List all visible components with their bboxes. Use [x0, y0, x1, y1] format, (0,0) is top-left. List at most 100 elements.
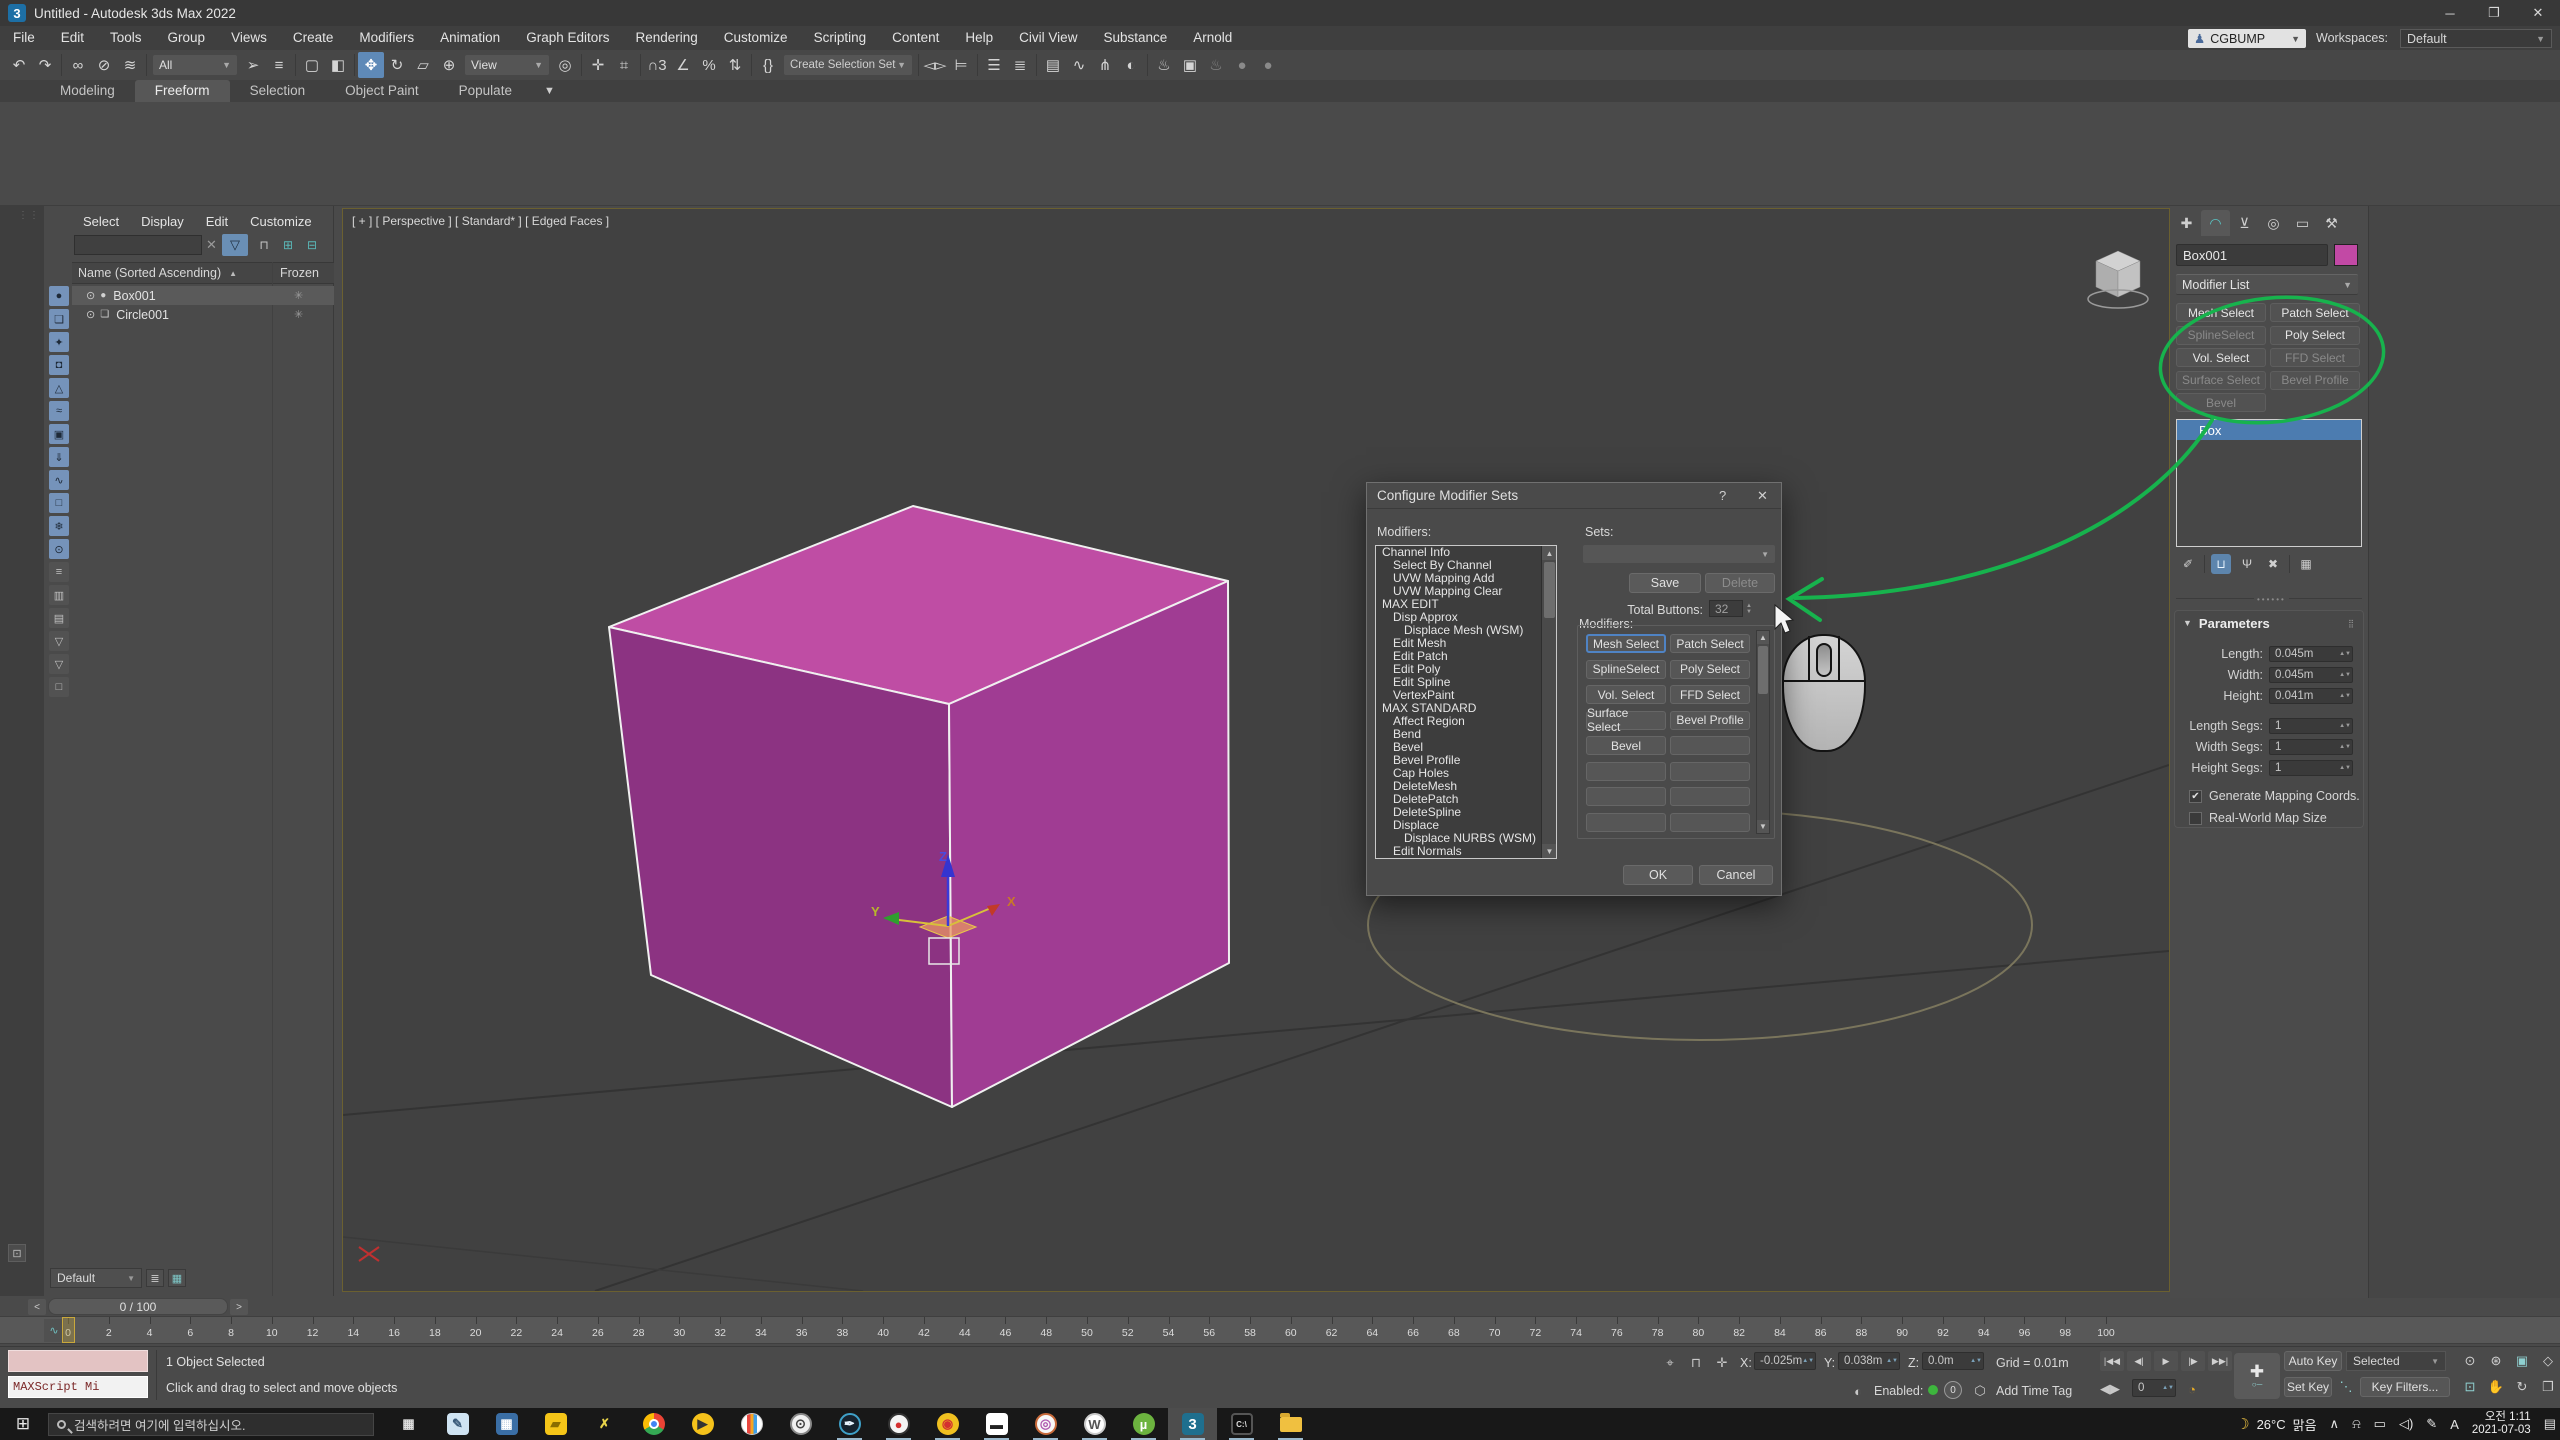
- object-color-swatch[interactable]: [2334, 244, 2358, 266]
- undo-icon[interactable]: ↶: [6, 52, 32, 78]
- bind-to-space-warp-icon[interactable]: ≋: [117, 52, 143, 78]
- start-button[interactable]: ⊞: [0, 1408, 46, 1440]
- remove-modifier-icon[interactable]: ✖: [2263, 554, 2283, 574]
- rollout-separator[interactable]: ••••••: [2176, 598, 2362, 599]
- toggle-scene-explorer-icon[interactable]: ☰: [981, 52, 1007, 78]
- utilities-tab[interactable]: ⚒: [2317, 210, 2346, 236]
- modifier-grid-button[interactable]: SplineSelect: [1586, 660, 1666, 679]
- menu-file[interactable]: File: [0, 26, 48, 50]
- modifier-grid-button[interactable]: Bevel Profile: [1670, 711, 1750, 730]
- name-column-header[interactable]: Name (Sorted Ascending): [78, 266, 221, 280]
- set-key-button[interactable]: Set Key: [2284, 1377, 2332, 1397]
- modifiers-listbox[interactable]: Channel InfoSelect By ChannelUVW Mapping…: [1375, 545, 1557, 859]
- menu-customize[interactable]: Customize: [711, 26, 801, 50]
- parameter-spinner[interactable]: 0.045m▲▼: [2269, 646, 2353, 662]
- menu-civil-view[interactable]: Civil View: [1006, 26, 1090, 50]
- time-slider[interactable]: ∿ 02468101214161820222426283032343638404…: [0, 1316, 2560, 1344]
- ok-button[interactable]: OK: [1623, 865, 1693, 885]
- maximize-button[interactable]: ❐: [2472, 0, 2516, 26]
- explorer-column-header[interactable]: Name (Sorted Ascending) ▲ Frozen: [72, 262, 334, 284]
- show-end-result-icon[interactable]: ⊔: [2211, 554, 2231, 574]
- ribbon-minimize-icon[interactable]: ▼: [532, 80, 567, 102]
- filter-icon[interactable]: ▽: [49, 654, 69, 674]
- spinner-arrows[interactable]: ▲▼: [2339, 651, 2351, 657]
- edit-named-selection-sets-icon[interactable]: {}: [755, 52, 781, 78]
- make-unique-icon[interactable]: Ψ: [2237, 554, 2257, 574]
- taskbar-app-xsplit[interactable]: ✗: [580, 1408, 629, 1440]
- zoom-icon[interactable]: ⊙: [2458, 1349, 2482, 1373]
- display-hidden-icon[interactable]: ⊙: [49, 539, 69, 559]
- keyboard-shortcut-override-icon[interactable]: ⌗: [611, 52, 637, 78]
- parameter-spinner[interactable]: 1▲▼: [2269, 739, 2353, 755]
- checkbox-icon[interactable]: [2189, 812, 2202, 825]
- snaps-toggle-icon[interactable]: ∩3: [644, 52, 670, 78]
- view-hierarchy-icon[interactable]: ▤: [49, 608, 69, 628]
- dialog-help-button[interactable]: ?: [1719, 488, 1726, 503]
- isolate-selection-icon[interactable]: ⌖: [1660, 1353, 1680, 1373]
- close-button[interactable]: ✕: [2516, 0, 2560, 26]
- display-shapes-icon[interactable]: ❏: [49, 309, 69, 329]
- viewport-label[interactable]: [ + ] [ Perspective ] [ Standard* ] [ Ed…: [352, 214, 609, 228]
- display-containers-icon[interactable]: □: [49, 493, 69, 513]
- menu-rendering[interactable]: Rendering: [623, 26, 711, 50]
- select-and-place-icon[interactable]: ⊕: [436, 52, 462, 78]
- hierarchy-tab[interactable]: ⊻: [2230, 210, 2259, 236]
- select-and-manipulate-icon[interactable]: ✛: [585, 52, 611, 78]
- expand-tree-icon[interactable]: ⊞: [278, 236, 298, 254]
- volume-icon[interactable]: ◁): [2399, 1416, 2413, 1432]
- display-lights-icon[interactable]: ✦: [49, 332, 69, 352]
- pen-settings-icon[interactable]: ✎: [2426, 1416, 2437, 1432]
- z-coord-field[interactable]: 0.0m▲▼: [1922, 1352, 1984, 1370]
- ribbon-tab-freeform[interactable]: Freeform: [135, 80, 230, 102]
- modifier-grid-button[interactable]: Patch Select: [1670, 634, 1750, 653]
- modifier-grid-button-empty[interactable]: [1670, 736, 1750, 755]
- taskbar-app-pen-tool[interactable]: ✒: [825, 1408, 874, 1440]
- rollout-header[interactable]: ▼ Parameters ⣿: [2175, 611, 2363, 635]
- zoom-extents-icon[interactable]: ▣: [2510, 1349, 2534, 1373]
- explorer-list-icon[interactable]: ≣: [146, 1269, 164, 1287]
- scroll-down-icon[interactable]: ▼: [1757, 820, 1769, 833]
- modifier-grid-button[interactable]: Surface Select: [1586, 711, 1666, 730]
- taskbar-app-file-explorer[interactable]: [1266, 1408, 1315, 1440]
- perspective-viewport[interactable]: [ + ] [ Perspective ] [ Standard* ] [ Ed…: [343, 209, 2169, 1291]
- select-and-scale-icon[interactable]: ▱: [410, 52, 436, 78]
- material-editor-icon[interactable]: ◐: [1118, 52, 1144, 78]
- view-list-icon[interactable]: ≡: [49, 562, 69, 582]
- modify-tab[interactable]: ◠: [2201, 210, 2230, 236]
- curve-editor-icon[interactable]: ∿: [1066, 52, 1092, 78]
- modifier-grid-button[interactable]: Bevel: [1586, 736, 1666, 755]
- selection-filter-dropdown[interactable]: All▼: [153, 55, 237, 75]
- panel-modifier-button[interactable]: Vol. Select: [2176, 348, 2266, 367]
- taskbar-app-calculator[interactable]: ▦: [482, 1408, 531, 1440]
- pin-stack-icon[interactable]: ✐: [2178, 554, 2198, 574]
- parameter-checkbox[interactable]: Real-World Map Size: [2189, 811, 2327, 825]
- auto-key-button[interactable]: Auto Key: [2284, 1351, 2342, 1371]
- modifier-grid-button-empty[interactable]: [1670, 762, 1750, 781]
- unlink-selection-icon[interactable]: ⊘: [91, 52, 117, 78]
- render-production-icon[interactable]: ♨: [1203, 52, 1229, 78]
- spinner-snap-icon[interactable]: ⇅: [722, 52, 748, 78]
- window-crossing-icon[interactable]: ◧: [325, 52, 351, 78]
- collapse-tree-icon[interactable]: ⊟: [302, 236, 322, 254]
- enabled-count-badge[interactable]: 0: [1944, 1381, 1962, 1399]
- explorer-menu-select[interactable]: Select: [72, 210, 130, 234]
- filter-config-icon[interactable]: ▽: [49, 631, 69, 651]
- menu-tools[interactable]: Tools: [97, 26, 155, 50]
- dock-button[interactable]: ⊡: [8, 1244, 26, 1262]
- taskbar-app-notepad[interactable]: ✎: [433, 1408, 482, 1440]
- box001-left-face[interactable]: [609, 627, 952, 1107]
- select-and-move-icon[interactable]: ✥: [358, 52, 384, 78]
- toggle-ribbon-icon[interactable]: ▤: [1040, 52, 1066, 78]
- taskbar-app-wavve[interactable]: [727, 1408, 776, 1440]
- taskbar-app-task-view[interactable]: ▦: [384, 1408, 433, 1440]
- ribbon-tab-object-paint[interactable]: Object Paint: [325, 80, 439, 102]
- activeshade-icon[interactable]: ●: [1255, 52, 1281, 78]
- panel-modifier-button[interactable]: Patch Select: [2270, 303, 2360, 322]
- menu-animation[interactable]: Animation: [427, 26, 513, 50]
- new-container-icon[interactable]: □: [49, 677, 69, 697]
- maximize-viewport-icon[interactable]: ❐: [2536, 1375, 2560, 1399]
- use-pivot-point-icon[interactable]: ◎: [552, 52, 578, 78]
- object-name-field[interactable]: Box001: [2176, 244, 2328, 266]
- absolute-offset-toggle-icon[interactable]: ✛: [1712, 1353, 1732, 1373]
- explorer-menu-customize[interactable]: Customize: [239, 210, 322, 234]
